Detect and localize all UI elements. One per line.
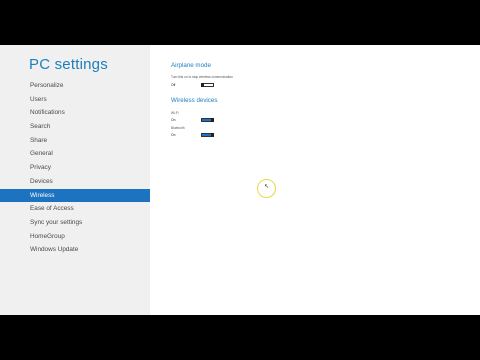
toggle-knob: [210, 133, 214, 138]
sidebar-item-users[interactable]: Users: [0, 93, 150, 107]
bluetooth-label: Bluetooth: [171, 126, 185, 130]
sidebar-item-windows-update[interactable]: Windows Update: [0, 243, 150, 257]
wifi-label: Wi-Fi: [171, 111, 179, 115]
wifi-state: On: [171, 118, 176, 122]
wifi-toggle[interactable]: [201, 118, 214, 123]
sidebar-item-devices[interactable]: Devices: [0, 175, 150, 189]
sidebar-item-wireless[interactable]: Wireless: [0, 188, 150, 203]
sidebar-item-sync-your-settings[interactable]: Sync your settings: [0, 216, 150, 230]
page-title: PC settings: [29, 56, 108, 73]
sidebar-item-general[interactable]: General: [0, 147, 150, 161]
sidebar-item-search[interactable]: Search: [0, 120, 150, 134]
sidebar-item-notifications[interactable]: Notifications: [0, 106, 150, 120]
sidebar-item-privacy[interactable]: Privacy: [0, 161, 150, 175]
bluetooth-state: On: [171, 133, 176, 137]
sidebar-item-personalize[interactable]: Personalize: [0, 79, 150, 93]
sidebar-item-share[interactable]: Share: [0, 134, 150, 148]
wireless-devices-heading: Wireless devices: [171, 97, 218, 104]
sidebar-item-ease-of-access[interactable]: Ease of Access: [0, 202, 150, 216]
airplane-mode-heading: Airplane mode: [171, 62, 211, 69]
settings-content: Airplane mode Turn this on to stop wirel…: [171, 45, 471, 315]
sidebar: PC settings Personalize Users Notificati…: [0, 45, 150, 315]
pc-settings-window: PC settings Personalize Users Notificati…: [0, 45, 480, 315]
cursor-highlight: ↖: [257, 179, 276, 198]
toggle-knob: [210, 118, 214, 123]
airplane-mode-toggle[interactable]: [201, 83, 214, 88]
pointer-cursor-icon: ↖: [264, 184, 270, 190]
sidebar-nav: Personalize Users Notifications Search S…: [0, 79, 150, 257]
airplane-mode-caption: Turn this on to stop wireless communicat…: [171, 75, 233, 79]
bluetooth-toggle[interactable]: [201, 133, 214, 138]
toggle-knob: [201, 83, 205, 88]
airplane-mode-state: Off: [171, 83, 176, 87]
sidebar-item-homegroup[interactable]: HomeGroup: [0, 230, 150, 244]
